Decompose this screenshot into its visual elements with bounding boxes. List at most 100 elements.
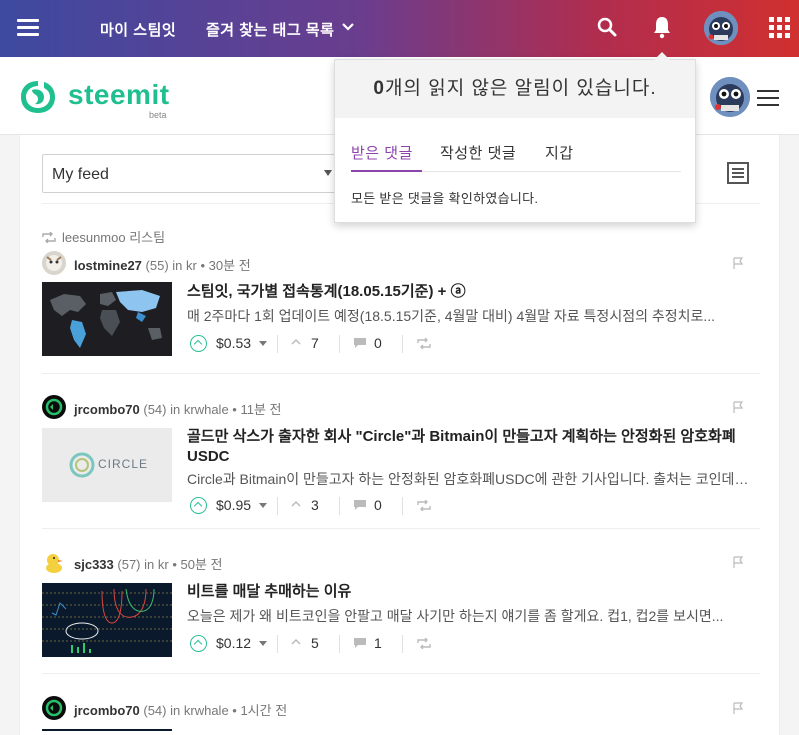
voters-chevron-icon[interactable] [291, 337, 301, 347]
resteem-notice: leesunmoo 리스팀 [42, 227, 165, 246]
post-tag[interactable]: kr [186, 258, 197, 273]
author-avatar[interactable] [42, 395, 66, 419]
post-thumbnail[interactable] [42, 583, 172, 657]
upvote-icon[interactable] [190, 335, 207, 352]
notification-tabs: 받은 댓글 작성한 댓글 지갑 [351, 139, 681, 172]
caret-down-icon [324, 170, 332, 176]
flag-icon[interactable] [733, 556, 743, 568]
flag-icon[interactable] [733, 401, 743, 413]
comment-icon[interactable] [353, 337, 367, 349]
unread-count: 0 [373, 78, 385, 99]
tab-wallet[interactable]: 지갑 [545, 142, 574, 163]
circle-logo-text: CIRCLE [98, 457, 149, 471]
apps-grid-icon[interactable] [769, 17, 790, 38]
steemit-logo-icon[interactable] [18, 78, 58, 116]
unread-label: 개의 읽지 않은 알림이 있습니다. [384, 78, 657, 99]
author-avatar[interactable] [42, 696, 66, 720]
vote-count[interactable]: 7 [311, 335, 319, 351]
flag-icon[interactable] [733, 257, 743, 269]
nav-my-steemit[interactable]: 마이 스팀잇 [100, 19, 176, 40]
post-author[interactable]: sjc333 [74, 557, 114, 572]
divider [277, 635, 278, 653]
payout-value[interactable]: $0.12 [216, 635, 251, 651]
tab-received-comments[interactable]: 받은 댓글 [351, 142, 413, 163]
post-item: jrcombo70 (54) in krwhale • 11분 전 CIRCLE… [42, 395, 760, 520]
post-time[interactable]: 50분 전 [181, 557, 223, 572]
nav-favorite-tags[interactable]: 즐겨 찾는 태그 목록 [206, 19, 334, 40]
flag-icon[interactable] [733, 702, 743, 714]
header-avatar[interactable] [710, 77, 750, 117]
post-summary[interactable]: 매 2주마다 1회 업데이트 예정(18.5.15기준, 4월말 대비) 4월말… [187, 306, 754, 326]
post-time[interactable]: 1시간 전 [240, 703, 287, 718]
payout-caret-icon[interactable] [259, 641, 267, 646]
post-thumbnail[interactable] [42, 282, 172, 356]
payout-value[interactable]: $0.53 [216, 335, 251, 351]
post-time[interactable]: 11분 전 [240, 402, 281, 417]
comment-count[interactable]: 0 [374, 497, 382, 513]
user-avatar[interactable] [704, 11, 738, 45]
beta-label: beta [149, 110, 167, 120]
author-avatar[interactable] [42, 251, 66, 275]
feed-selector-value: My feed [52, 166, 109, 183]
in-label: in [144, 557, 155, 572]
header-menu-icon[interactable] [757, 90, 779, 108]
dropdown-arrow [654, 52, 670, 60]
post-title[interactable]: 비트를 매달 추매하는 이유 [187, 582, 757, 602]
post-item: jrcombo70 (54) in krwhale • 1시간 전 [42, 696, 760, 731]
resteem-icon[interactable] [417, 638, 431, 649]
post-author[interactable]: jrcombo70 [74, 402, 140, 417]
divider [42, 373, 760, 374]
post-author[interactable]: jrcombo70 [74, 703, 140, 718]
post-author[interactable]: lostmine27 [74, 258, 142, 273]
resteem-icon[interactable] [417, 338, 431, 349]
post-tag[interactable]: kr [158, 557, 169, 572]
hamburger-menu-icon[interactable] [17, 19, 39, 37]
in-label: in [170, 402, 181, 417]
resteem-icon[interactable] [417, 500, 431, 511]
author-reputation: (54) [143, 402, 167, 417]
post-thumbnail[interactable]: CIRCLE [42, 428, 172, 502]
author-reputation: (54) [143, 703, 167, 718]
resteem-label[interactable]: leesunmoo 리스팀 [62, 230, 165, 245]
chevron-down-icon[interactable] [341, 20, 355, 34]
divider [42, 528, 760, 529]
author-reputation: (55) [145, 258, 169, 273]
upvote-icon[interactable] [190, 497, 207, 514]
tab-written-comments[interactable]: 작성한 댓글 [440, 142, 516, 163]
post-summary[interactable]: Circle과 Bitmain이 만들고자 하는 안정화된 암호화폐USDC에 … [187, 469, 754, 489]
comment-icon[interactable] [353, 637, 367, 649]
divider [42, 673, 760, 674]
payout-value[interactable]: $0.95 [216, 497, 251, 513]
steemit-logo-text[interactable]: steemit [68, 79, 170, 111]
author-avatar[interactable] [42, 550, 66, 574]
author-reputation: (57) [117, 557, 141, 572]
post-tag[interactable]: krwhale [184, 402, 229, 417]
comment-icon[interactable] [353, 499, 367, 511]
voters-chevron-icon[interactable] [291, 499, 301, 509]
payout-caret-icon[interactable] [259, 503, 267, 508]
active-tab-indicator [351, 170, 422, 172]
search-icon[interactable] [596, 16, 618, 38]
voters-chevron-icon[interactable] [291, 637, 301, 647]
post-title[interactable]: 골드만 삭스가 출자한 회사 "Circle"과 Bitmain이 만들고자 계… [187, 427, 757, 467]
bell-icon[interactable] [651, 15, 673, 39]
post-time[interactable]: 30분 전 [209, 258, 251, 273]
notifications-header: 0개의 읽지 않은 알림이 있습니다. [335, 60, 695, 118]
vote-count[interactable]: 5 [311, 635, 319, 651]
payout-caret-icon[interactable] [259, 341, 267, 346]
post-tag[interactable]: krwhale [184, 703, 229, 718]
divider [339, 497, 340, 515]
comment-count[interactable]: 0 [374, 335, 382, 351]
layout-toggle-icon[interactable] [727, 162, 749, 184]
vote-count[interactable]: 3 [311, 497, 319, 513]
in-label: in [172, 258, 183, 273]
divider [277, 497, 278, 515]
comment-count[interactable]: 1 [374, 635, 382, 651]
divider [277, 335, 278, 353]
post-title[interactable]: 스팀잇, 국가별 접속통계(18.05.15기준) + ⓐ [187, 282, 757, 302]
upvote-icon[interactable] [190, 635, 207, 652]
feed-selector[interactable]: My feed [42, 154, 338, 193]
post-summary[interactable]: 오늘은 제가 왜 비트코인을 안팔고 매달 사기만 하는지 얘기를 좀 할게요.… [187, 606, 754, 626]
notifications-dropdown: 0개의 읽지 않은 알림이 있습니다. 받은 댓글 작성한 댓글 지갑 모든 받… [334, 52, 696, 223]
post-item: sjc333 (57) in kr • 50분 전 비트를 매달 추매하는 이유… [42, 550, 760, 660]
